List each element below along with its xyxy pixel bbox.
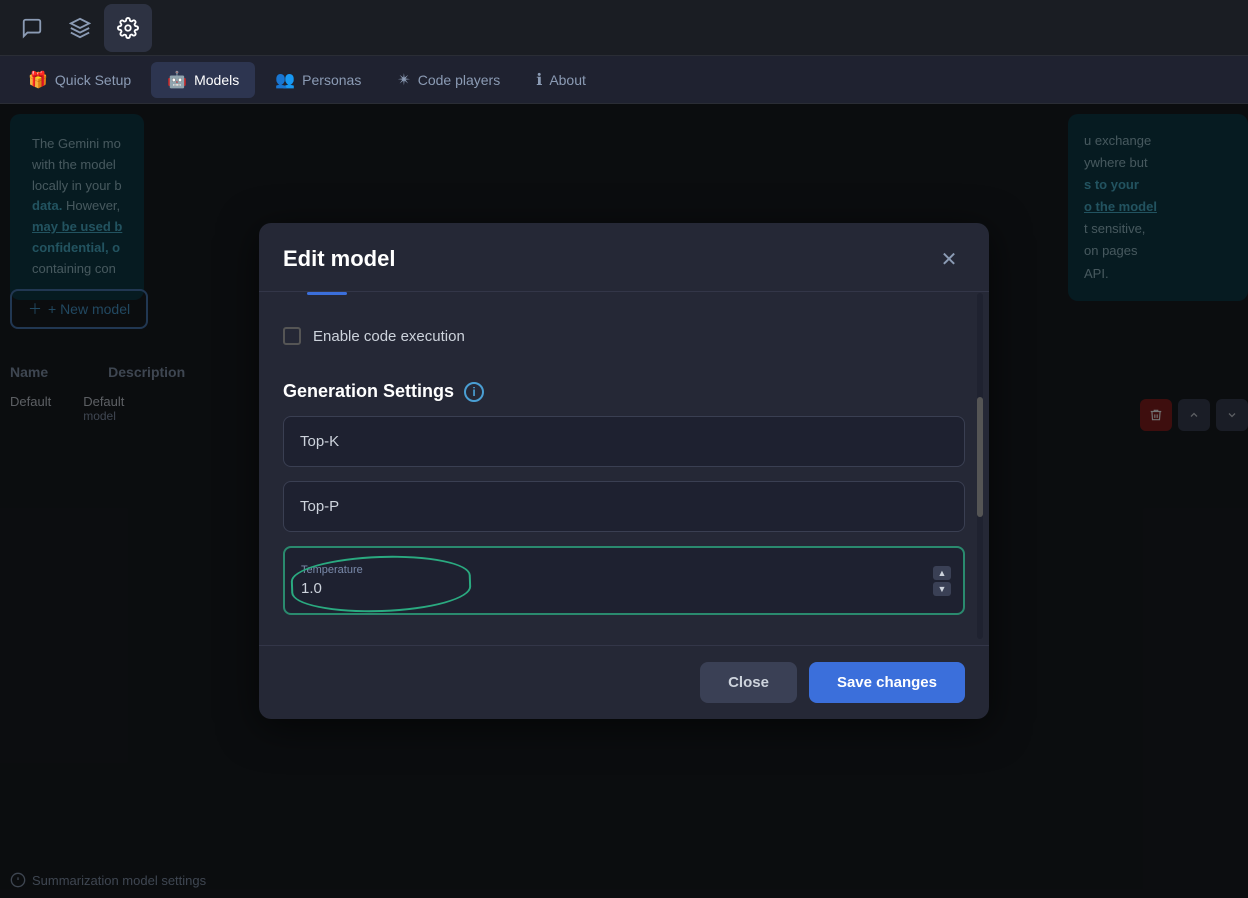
accent-line bbox=[307, 292, 347, 295]
enable-code-execution-checkbox[interactable] bbox=[283, 327, 301, 345]
settings-icon-btn[interactable] bbox=[104, 4, 152, 52]
tab-models[interactable]: 🤖 Models bbox=[151, 62, 255, 98]
enable-code-execution-label: Enable code execution bbox=[313, 328, 465, 345]
temperature-spinner: ▲ ▼ bbox=[933, 566, 951, 596]
modal-overlay: Edit model ✕ Enable code execution Gener… bbox=[0, 104, 1248, 898]
layers-icon-btn[interactable] bbox=[56, 4, 104, 52]
save-changes-button[interactable]: Save changes bbox=[809, 662, 965, 703]
modal-close-x-button[interactable]: ✕ bbox=[933, 243, 965, 275]
tab-about[interactable]: ℹ About bbox=[520, 62, 602, 98]
chat-icon-btn[interactable] bbox=[8, 4, 56, 52]
code-players-icon: ✴ bbox=[397, 70, 410, 90]
tab-personas[interactable]: 👥 Personas bbox=[259, 62, 377, 98]
temperature-increment-btn[interactable]: ▲ bbox=[933, 566, 951, 580]
modal-scrollbar-thumb bbox=[977, 397, 983, 517]
tab-code-players-label: Code players bbox=[418, 72, 501, 88]
models-icon: 🤖 bbox=[167, 70, 187, 90]
personas-icon: 👥 bbox=[275, 70, 295, 90]
edit-model-modal: Edit model ✕ Enable code execution Gener… bbox=[259, 223, 989, 719]
nav-tabs: 🎁 Quick Setup 🤖 Models 👥 Personas ✴ Code… bbox=[0, 56, 1248, 104]
modal-body[interactable]: Enable code execution Generation Setting… bbox=[259, 292, 989, 645]
temperature-label: Temperature bbox=[301, 564, 947, 576]
tab-about-label: About bbox=[549, 72, 586, 88]
temperature-value: 1.0 bbox=[301, 580, 322, 597]
quick-setup-icon: 🎁 bbox=[28, 70, 48, 90]
generation-settings-heading: Generation Settings i bbox=[283, 381, 965, 402]
close-x-icon: ✕ bbox=[941, 247, 958, 272]
main-content: The Gemini mowith the modellocally in yo… bbox=[0, 104, 1248, 898]
generation-settings-label: Generation Settings bbox=[283, 381, 454, 402]
top-icon-bar bbox=[0, 0, 1248, 56]
generation-settings-info-icon[interactable]: i bbox=[464, 382, 484, 402]
temperature-field[interactable]: Temperature 1.0 ▲ ▼ bbox=[283, 546, 965, 615]
top-p-field[interactable]: Top-P bbox=[283, 481, 965, 532]
top-k-field[interactable]: Top-K bbox=[283, 416, 965, 467]
tab-personas-label: Personas bbox=[302, 72, 361, 88]
tab-quick-setup-label: Quick Setup bbox=[55, 72, 131, 88]
modal-header: Edit model ✕ bbox=[259, 223, 989, 292]
top-p-value: Top-P bbox=[300, 498, 339, 515]
temperature-decrement-btn[interactable]: ▼ bbox=[933, 582, 951, 596]
tab-models-label: Models bbox=[194, 72, 239, 88]
about-icon: ℹ bbox=[536, 70, 542, 90]
modal-footer: Close Save changes bbox=[259, 645, 989, 719]
tab-code-players[interactable]: ✴ Code players bbox=[381, 62, 516, 98]
modal-scrollbar[interactable] bbox=[977, 293, 983, 639]
enable-code-execution-row: Enable code execution bbox=[283, 311, 965, 361]
modal-title: Edit model bbox=[283, 246, 395, 272]
tab-quick-setup[interactable]: 🎁 Quick Setup bbox=[12, 62, 147, 98]
close-button[interactable]: Close bbox=[700, 662, 797, 703]
top-k-value: Top-K bbox=[300, 433, 339, 450]
